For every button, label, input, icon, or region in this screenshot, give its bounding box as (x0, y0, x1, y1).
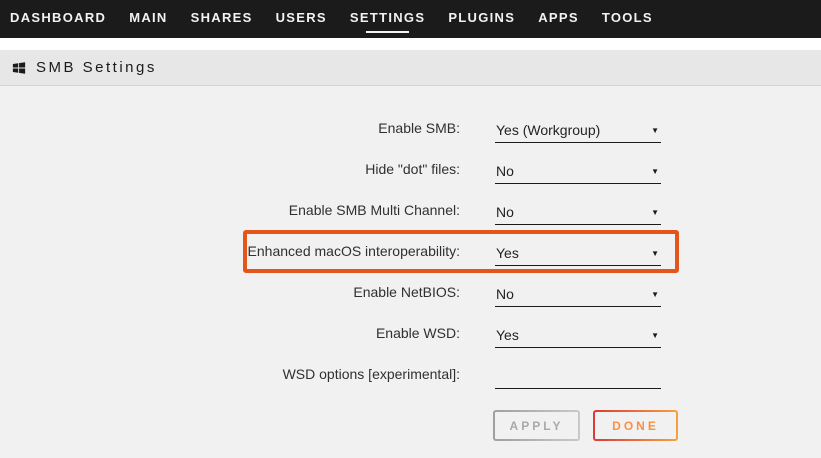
form-row-enable-netbios: Enable NetBIOS: No ▼ (0, 266, 821, 307)
form-row-enable-smb: Enable SMB: Yes (Workgroup) ▼ (0, 102, 821, 143)
field-label: Enable SMB: (0, 120, 460, 143)
field-label: Hide "dot" files: (0, 161, 460, 184)
caret-down-icon: ▼ (651, 124, 659, 138)
form-row-enhanced-macos: Enhanced macOS interoperability: Yes ▼ (0, 225, 821, 266)
form-row-enable-wsd: Enable WSD: Yes ▼ (0, 307, 821, 348)
page-title: SMB Settings (36, 59, 157, 76)
enable-smb-select[interactable]: Yes (Workgroup) ▼ (495, 122, 661, 143)
field-label: Enhanced macOS interoperability: (0, 243, 460, 266)
nav-item-plugins[interactable]: PLUGINS (448, 4, 515, 34)
enable-wsd-select[interactable]: Yes ▼ (495, 327, 661, 348)
form-row-smb-multi-channel: Enable SMB Multi Channel: No ▼ (0, 184, 821, 225)
caret-down-icon: ▼ (651, 329, 659, 343)
caret-down-icon: ▼ (651, 165, 659, 179)
field-label: Enable NetBIOS: (0, 284, 460, 307)
field-label: Enable SMB Multi Channel: (0, 202, 460, 225)
form-row-wsd-options: WSD options [experimental]: (0, 348, 821, 389)
caret-down-icon: ▼ (651, 206, 659, 220)
top-nav: DASHBOARD MAIN SHARES USERS SETTINGS PLU… (0, 0, 821, 38)
page-title-bar: SMB Settings (0, 50, 821, 86)
selected-value: Yes (496, 327, 519, 343)
nav-item-shares[interactable]: SHARES (191, 4, 253, 34)
nav-item-apps[interactable]: APPS (538, 4, 579, 34)
caret-down-icon: ▼ (651, 247, 659, 261)
done-button[interactable]: DONE (593, 410, 678, 441)
selected-value: No (496, 204, 514, 220)
smb-multi-channel-select[interactable]: No ▼ (495, 204, 661, 225)
nav-item-tools[interactable]: TOOLS (602, 4, 653, 34)
selected-value: No (496, 286, 514, 302)
smb-settings-form: Enable SMB: Yes (Workgroup) ▼ Hide "dot"… (0, 86, 821, 441)
nav-item-main[interactable]: MAIN (129, 4, 167, 34)
nav-item-settings[interactable]: SETTINGS (350, 4, 425, 34)
windows-logo-icon (12, 61, 26, 75)
field-label: Enable WSD: (0, 325, 460, 348)
enhanced-macos-select[interactable]: Yes ▼ (495, 245, 661, 266)
apply-button[interactable]: APPLY (493, 410, 580, 441)
form-row-hide-dot-files: Hide "dot" files: No ▼ (0, 143, 821, 184)
field-label: WSD options [experimental]: (0, 366, 460, 389)
nav-content-divider (0, 38, 821, 50)
enable-netbios-select[interactable]: No ▼ (495, 286, 661, 307)
nav-item-users[interactable]: USERS (276, 4, 327, 34)
caret-down-icon: ▼ (651, 288, 659, 302)
form-buttons: APPLY DONE (0, 410, 678, 441)
hide-dot-files-select[interactable]: No ▼ (495, 163, 661, 184)
wsd-options-input[interactable] (495, 364, 661, 389)
selected-value: Yes (496, 245, 519, 261)
selected-value: No (496, 163, 514, 179)
nav-item-dashboard[interactable]: DASHBOARD (10, 4, 106, 34)
selected-value: Yes (Workgroup) (496, 122, 600, 138)
